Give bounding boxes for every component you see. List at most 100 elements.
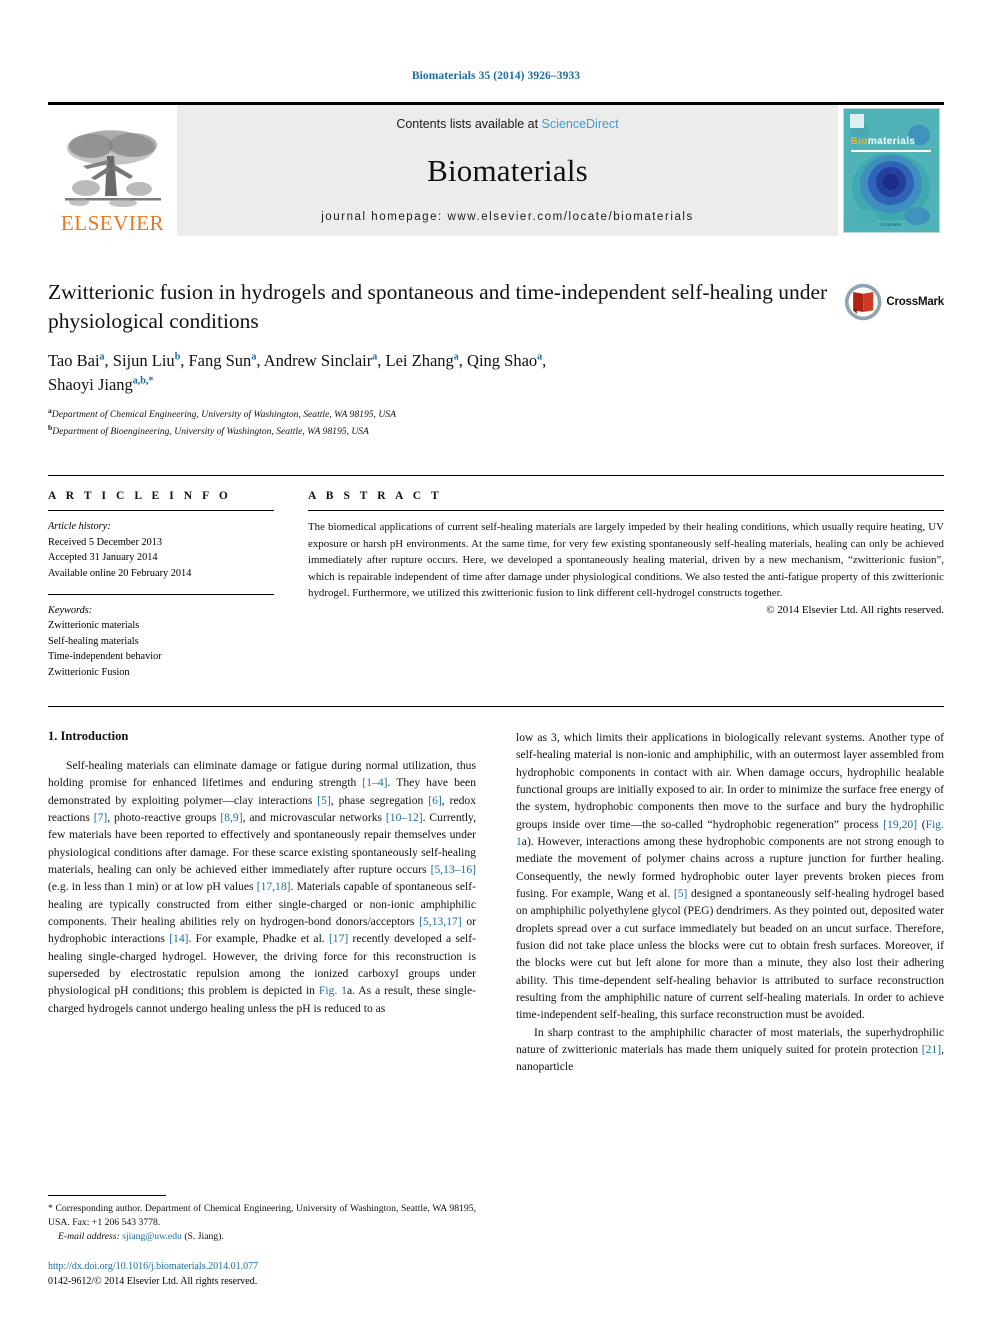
section-heading-introduction: 1. Introduction	[48, 729, 129, 744]
paragraph: low as 3, which limits their application…	[516, 729, 944, 1024]
text-run: In sharp contrast to the amphiphilic cha…	[516, 1025, 944, 1057]
citation-link[interactable]: [19,20]	[883, 818, 917, 831]
affiliation-item: aDepartment of Chemical Engineering, Uni…	[48, 405, 834, 422]
elsevier-wordmark: ELSEVIER	[60, 211, 165, 235]
title-area: CrossMark Zwitterionic fusion in hydroge…	[48, 278, 944, 439]
affiliation-list: aDepartment of Chemical Engineering, Uni…	[48, 405, 834, 439]
journal-title: Biomaterials	[427, 153, 588, 188]
author-name: Lei Zhang	[385, 351, 454, 371]
journal-cover-thumbnail: Biomaterials ELSEVIER	[842, 108, 940, 233]
paragraph: Self-healing materials can eliminate dam…	[48, 757, 476, 1017]
citation-link[interactable]: [8,9]	[220, 811, 242, 824]
footnote-block: * Corresponding author. Department of Ch…	[48, 1194, 476, 1289]
contents-available-line: Contents lists available at ScienceDirec…	[396, 117, 618, 131]
crossmark-badge[interactable]: CrossMark	[844, 280, 944, 324]
abstract-heading: A B S T R A C T	[308, 490, 443, 503]
cover-title-materials: materials	[867, 136, 916, 147]
author-name: Tao Bai	[48, 351, 100, 371]
journal-homepage-line[interactable]: journal homepage: www.elsevier.com/locat…	[321, 211, 694, 223]
info-abstract-block: A R T I C L E I N F O Article history: R…	[48, 475, 944, 680]
sciencedirect-link[interactable]: ScienceDirect	[542, 117, 619, 131]
email-link[interactable]: sjiang@uw.edu	[122, 1231, 182, 1242]
affiliation-item: bDepartment of Bioengineering, Universit…	[48, 422, 834, 439]
author-name: Shaoyi Jiang	[48, 374, 133, 394]
body-column-left: 1. Introduction Self-healing materials c…	[48, 729, 476, 1289]
cover-publisher-mark	[849, 114, 864, 128]
abstract-column: A B S T R A C T The biomedical applicati…	[308, 490, 944, 680]
cover-title: Biomaterials	[851, 136, 916, 147]
citation-link[interactable]: [10–12]	[386, 811, 423, 824]
text-run: (e.g. in less than 1 min) or at low pH v…	[48, 880, 257, 894]
elsevier-tree-icon	[64, 130, 161, 207]
author-affil-mark: a	[372, 351, 378, 363]
author-affil-mark: a	[537, 351, 543, 363]
paper-page: Biomaterials 35 (2014) 3926–3933 ELSEVIE…	[0, 0, 992, 1323]
text-run: (	[917, 817, 926, 831]
cover-footer-text: ELSEVIER	[881, 222, 901, 227]
page-title: Zwitterionic fusion in hydrogels and spo…	[48, 280, 828, 333]
cover-title-bio: Bio	[850, 136, 868, 147]
email-label: E-mail address:	[58, 1231, 120, 1243]
author-name: Sijun Liu	[112, 351, 175, 371]
corresponding-author-note: * Corresponding author. Department of Ch…	[48, 1202, 476, 1229]
author-affil-mark: a	[251, 351, 257, 363]
issn-copyright-line: 0142-9612/© 2014 Elsevier Ltd. All right…	[48, 1275, 258, 1287]
masthead-center: Contents lists available at ScienceDirec…	[177, 105, 838, 236]
body-column-right: low as 3, which limits their application…	[516, 729, 944, 1289]
citation-link[interactable]: [7]	[94, 811, 108, 824]
keyword-item: Time-independent behavior	[48, 651, 162, 663]
author-name: Fang Sun	[188, 351, 252, 371]
citation-link[interactable]: [21]	[922, 1043, 941, 1056]
article-history-group: Article history: Received 5 December 201…	[48, 519, 274, 581]
divider	[308, 510, 944, 512]
history-item: Available online 20 February 2014	[48, 567, 192, 579]
paragraph: In sharp contrast to the amphiphilic cha…	[516, 1024, 944, 1076]
doi-link[interactable]: http://dx.doi.org/10.1016/j.biomaterials…	[48, 1260, 476, 1275]
article-info-column: A R T I C L E I N F O Article history: R…	[48, 490, 274, 680]
citation-link[interactable]: [5,13,17]	[419, 915, 462, 928]
author-name: Qing Shao	[467, 351, 538, 371]
citation-link[interactable]: [6]	[428, 794, 442, 807]
affiliation-text: Department of Chemical Engineering, Univ…	[51, 409, 396, 421]
citation-link[interactable]: [5]	[317, 794, 331, 807]
article-info-heading: A R T I C L E I N F O	[48, 490, 232, 503]
elsevier-logo: ELSEVIER	[48, 105, 177, 236]
doi-block: http://dx.doi.org/10.1016/j.biomaterials…	[48, 1260, 476, 1289]
text-run: . For example, Phadke et al.	[188, 932, 329, 946]
text-run: designed a spontaneously self-healing hy…	[516, 887, 944, 1022]
text-run: low as 3, which limits their application…	[516, 731, 944, 831]
abstract-copyright: © 2014 Elsevier Ltd. All rights reserved…	[766, 604, 944, 617]
running-head: Biomaterials 35 (2014) 3926–3933	[411, 70, 581, 82]
citation-link[interactable]: [17,18]	[257, 880, 291, 893]
keyword-item: Self-healing materials	[48, 635, 139, 647]
citation-link[interactable]: [5]	[674, 887, 688, 900]
body-columns: 1. Introduction Self-healing materials c…	[48, 729, 944, 1289]
text-run: , photo-reactive groups	[107, 811, 221, 825]
crossmark-icon	[844, 283, 882, 321]
contents-prefix: Contents lists available at	[396, 117, 542, 131]
citation-link[interactable]: [5,13–16]	[431, 863, 476, 876]
body-divider	[48, 706, 944, 708]
citation-link[interactable]: [17]	[329, 932, 348, 945]
divider	[48, 510, 274, 512]
author-affil-mark: a	[453, 351, 459, 363]
journal-cover: Biomaterials ELSEVIER	[838, 105, 944, 236]
text-run: , and microvascular networks	[242, 811, 386, 825]
citation-link[interactable]: [1–4]	[362, 776, 387, 789]
author-affil-mark: a	[99, 351, 105, 363]
affiliation-text: Department of Bioengineering, University…	[52, 426, 369, 438]
keywords-group: Keywords: Zwitterionic materials Self-he…	[48, 603, 274, 680]
keywords-label: Keywords:	[48, 604, 93, 616]
keyword-item: Zwitterionic materials	[48, 620, 140, 632]
footnote-rule	[48, 1194, 166, 1196]
author-name: Andrew Sinclair	[263, 351, 373, 371]
email-note: E-mail address: sjiang@uw.edu (S. Jiang)…	[48, 1230, 476, 1244]
crossmark-label: CrossMark	[886, 296, 944, 308]
article-history-label: Article history:	[48, 521, 111, 533]
cover-rule	[850, 150, 931, 152]
history-item: Received 5 December 2013	[48, 536, 163, 548]
figure-link[interactable]: Fig. 1	[319, 984, 347, 997]
citation-link[interactable]: [14]	[169, 932, 188, 945]
text-run: , phase segregation	[330, 793, 429, 807]
